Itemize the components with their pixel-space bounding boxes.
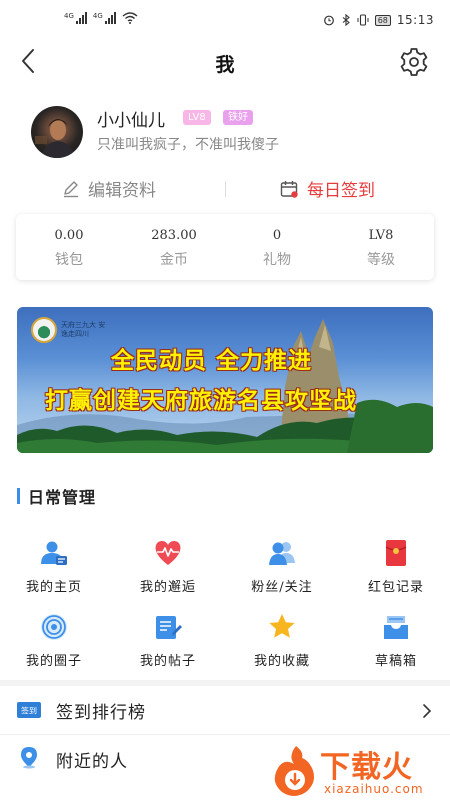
grid-label: 红包记录 [367, 580, 424, 595]
daily-checkin-button[interactable]: 每日签到 [280, 176, 375, 201]
profile-section[interactable]: 小小仙儿 LV8 铁好 只准叫我疯子，不准叫我傻子 [0, 96, 450, 160]
list-item-checkin-ranking[interactable]: 签到 签到排行榜 [0, 686, 450, 736]
heartbeat-icon [155, 541, 181, 565]
vibrate-icon [357, 14, 369, 26]
grid-item-my-circles[interactable]: 我的圈子 [4, 612, 104, 669]
location-pin-icon [21, 747, 37, 769]
star-icon [269, 614, 295, 638]
stat-gifts[interactable]: 0 礼物 [232, 228, 322, 269]
grid-item-my-homepage[interactable]: 我的主页 [4, 538, 104, 595]
stat-coins[interactable]: 283.00 金币 [129, 228, 219, 269]
grid-item-my-favorites[interactable]: 我的收藏 [232, 612, 332, 669]
wifi-icon [122, 12, 138, 24]
grid-item-my-posts[interactable]: 我的帖子 [118, 612, 218, 669]
grid-label: 我的帖子 [139, 654, 196, 669]
list-item-label: 签到排行榜 [56, 703, 146, 723]
tourism-logo-icon [31, 317, 57, 343]
stat-label: 礼物 [263, 252, 291, 268]
status-time: 15:13 [396, 13, 434, 27]
checkin-rank-icon-text: 签到 [21, 706, 37, 716]
signal-tag: 4G [64, 12, 74, 20]
tag-badge: 铁好 [223, 110, 253, 125]
alarm-icon [323, 15, 334, 26]
page-title: 我 [215, 54, 235, 76]
settings-button[interactable] [398, 46, 430, 78]
red-envelope-icon [385, 540, 407, 566]
edit-profile-button[interactable]: 编辑资料 [62, 176, 156, 201]
stat-value: 0.00 [54, 228, 84, 243]
signal-icon-2: 4G [93, 12, 116, 24]
grid-item-fans-follow[interactable]: 粉丝/关注 [232, 538, 332, 595]
grid-label: 我的收藏 [253, 654, 310, 669]
banner-logo: 天府三九大 安逸走四川 [31, 317, 109, 343]
grid-label: 我的邂逅 [139, 580, 196, 595]
bluetooth-icon [342, 14, 350, 26]
profile-card-icon [41, 541, 67, 565]
stat-value: LV8 [368, 228, 394, 243]
stat-label: 等级 [367, 252, 395, 268]
banner-logo-text: 天府三九大 安逸走四川 [61, 321, 106, 338]
target-circle-icon [41, 614, 67, 640]
checkin-rank-icon: 签到 [17, 702, 41, 718]
watermark-url: xiazaihuo.com [324, 782, 424, 796]
grid-label: 草稿箱 [374, 654, 417, 669]
watermark: 下载火 xiazaihuo.com [266, 742, 450, 800]
pencil-icon [64, 180, 78, 197]
stat-value: 0 [272, 228, 282, 243]
fans-icon [269, 542, 295, 565]
calendar-icon [280, 180, 298, 198]
grid-item-red-envelope-records[interactable]: 红包记录 [346, 538, 446, 595]
username: 小小仙儿 [97, 111, 165, 131]
top-nav-bar: 我 [0, 40, 450, 84]
signal-tag-2: 4G [92, 12, 103, 20]
stat-value: 283.00 [151, 228, 197, 243]
signal-icon: 4G [64, 12, 87, 24]
grid-item-drafts[interactable]: 草稿箱 [346, 612, 446, 669]
stats-card: 0.00 钱包 283.00 金币 0 礼物 LV8 等级 [16, 214, 434, 280]
battery-icon: 68 [374, 14, 391, 26]
stat-label: 金币 [160, 252, 188, 268]
grid-label: 粉丝/关注 [251, 580, 313, 595]
avatar[interactable] [31, 106, 83, 158]
section-accent-bar [17, 488, 20, 504]
profile-actions: 编辑资料 每日签到 [0, 172, 450, 206]
stat-label: 钱包 [55, 252, 83, 268]
daily-checkin-label: 每日签到 [307, 181, 375, 201]
action-divider [225, 181, 226, 197]
flame-logo-icon [274, 746, 314, 796]
status-right-icons: 68 15:13 [323, 13, 434, 27]
stat-wallet[interactable]: 0.00 钱包 [24, 228, 114, 269]
section-title: 日常管理 [28, 488, 97, 507]
user-signature: 只准叫我疯子，不准叫我傻子 [97, 137, 279, 153]
promo-banner[interactable]: 天府三九大 安逸走四川 全民动员 全力推进 打赢创建天府旅游名县攻坚战 [17, 307, 433, 453]
edit-profile-label: 编辑资料 [88, 181, 156, 201]
chevron-right-icon [423, 704, 432, 718]
level-badge: LV8 [183, 110, 211, 125]
section-header: 日常管理 [17, 484, 96, 508]
grid-label: 我的主页 [25, 580, 82, 595]
avatar-photo [35, 119, 75, 158]
status-bar: 4G 4G 68 15:13 [0, 0, 450, 40]
list-item-label: 附近的人 [56, 752, 128, 772]
post-edit-icon [156, 616, 182, 639]
banner-headline-2: 打赢创建天府旅游名县攻坚战 [45, 387, 357, 414]
stat-level[interactable]: LV8 等级 [336, 228, 426, 269]
status-left-icons: 4G 4G [64, 12, 138, 24]
draft-box-icon [384, 616, 408, 639]
grid-item-my-encounters[interactable]: 我的邂逅 [118, 538, 218, 595]
watermark-text: 下载火 [320, 750, 413, 785]
grid-label: 我的圈子 [25, 654, 82, 669]
banner-headline-1: 全民动员 全力推进 [111, 347, 313, 374]
